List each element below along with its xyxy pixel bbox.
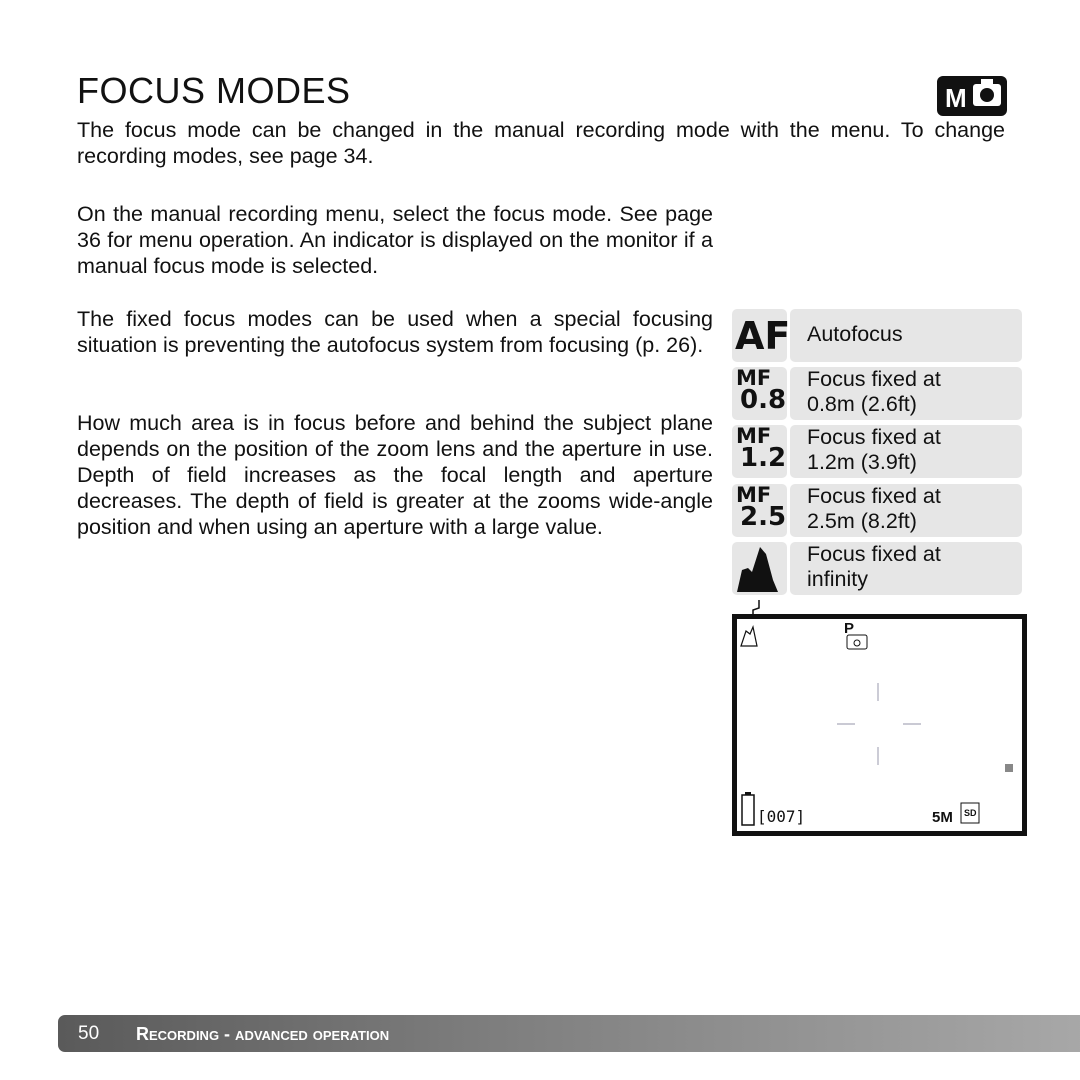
- mode-line1: Focus fixed at: [807, 542, 941, 566]
- mode-line2: 0.8m (2.6ft): [807, 392, 917, 416]
- paragraph-2: On the manual recording menu, select the…: [77, 202, 713, 278]
- mode-line1: Focus fixed at: [807, 425, 941, 449]
- lcd-monitor: P [007] 5M SD: [732, 614, 1027, 836]
- icon-bottom: 2.5: [740, 502, 787, 532]
- manual-mode-badge: M: [937, 76, 1007, 116]
- mode-letter: M: [945, 83, 967, 113]
- page-title: FOCUS MODES: [77, 70, 351, 111]
- manual-page: FOCUS MODES M The focus mode can be chan…: [0, 0, 1080, 1080]
- paragraph-1: The focus mode can be changed in the man…: [77, 118, 1005, 168]
- section-title: Recording - advanced operation: [136, 1024, 390, 1044]
- program-mode-label: P: [844, 620, 855, 637]
- mode-line2: infinity: [807, 567, 868, 591]
- mode-line2: 2.5m (8.2ft): [807, 509, 917, 533]
- mode-line1: Autofocus: [807, 322, 903, 346]
- page-number: 50: [78, 1023, 100, 1044]
- battery-icon: [741, 792, 755, 826]
- mode-description: Focus fixed at 2.5m (8.2ft): [790, 484, 1022, 537]
- mode-line2: 1.2m (3.9ft): [807, 450, 917, 474]
- frame-counter: [007]: [757, 807, 806, 826]
- mode-line1: Focus fixed at: [807, 484, 941, 508]
- camera-icon: [973, 79, 1001, 106]
- mode-description: Autofocus: [790, 309, 1022, 362]
- mf-1-2-icon: MF 1.2: [732, 425, 787, 478]
- page-footer: 50 Recording - advanced operation: [58, 1015, 1080, 1052]
- af-icon: AF: [732, 309, 791, 362]
- program-camera-icon: [846, 634, 868, 650]
- paragraph-3: The fixed focus modes can be used when a…: [77, 307, 713, 357]
- mf-0-8-icon: MF 0.8: [732, 367, 787, 420]
- mode-description: Focus fixed at 0.8m (2.6ft): [790, 367, 1022, 420]
- mountain-icon: [732, 542, 787, 595]
- paragraph-4: How much area is in focus before and beh…: [77, 411, 713, 539]
- mode-description: Focus fixed at 1.2m (3.9ft): [790, 425, 1022, 478]
- mf-2-5-icon: MF 2.5: [732, 484, 787, 537]
- mode-line1: Focus fixed at: [807, 367, 941, 391]
- icon-bottom: 0.8: [740, 385, 787, 415]
- af-icon-text: AF: [735, 314, 791, 358]
- resolution-indicator: 5M: [932, 809, 953, 826]
- icon-bottom: 1.2: [740, 443, 787, 473]
- indicator-square: [1005, 764, 1013, 772]
- focus-frame: [837, 683, 921, 765]
- card-label: SD: [964, 808, 977, 818]
- mode-description: Focus fixed at infinity: [790, 542, 1022, 595]
- infinity-indicator-icon: [740, 625, 758, 647]
